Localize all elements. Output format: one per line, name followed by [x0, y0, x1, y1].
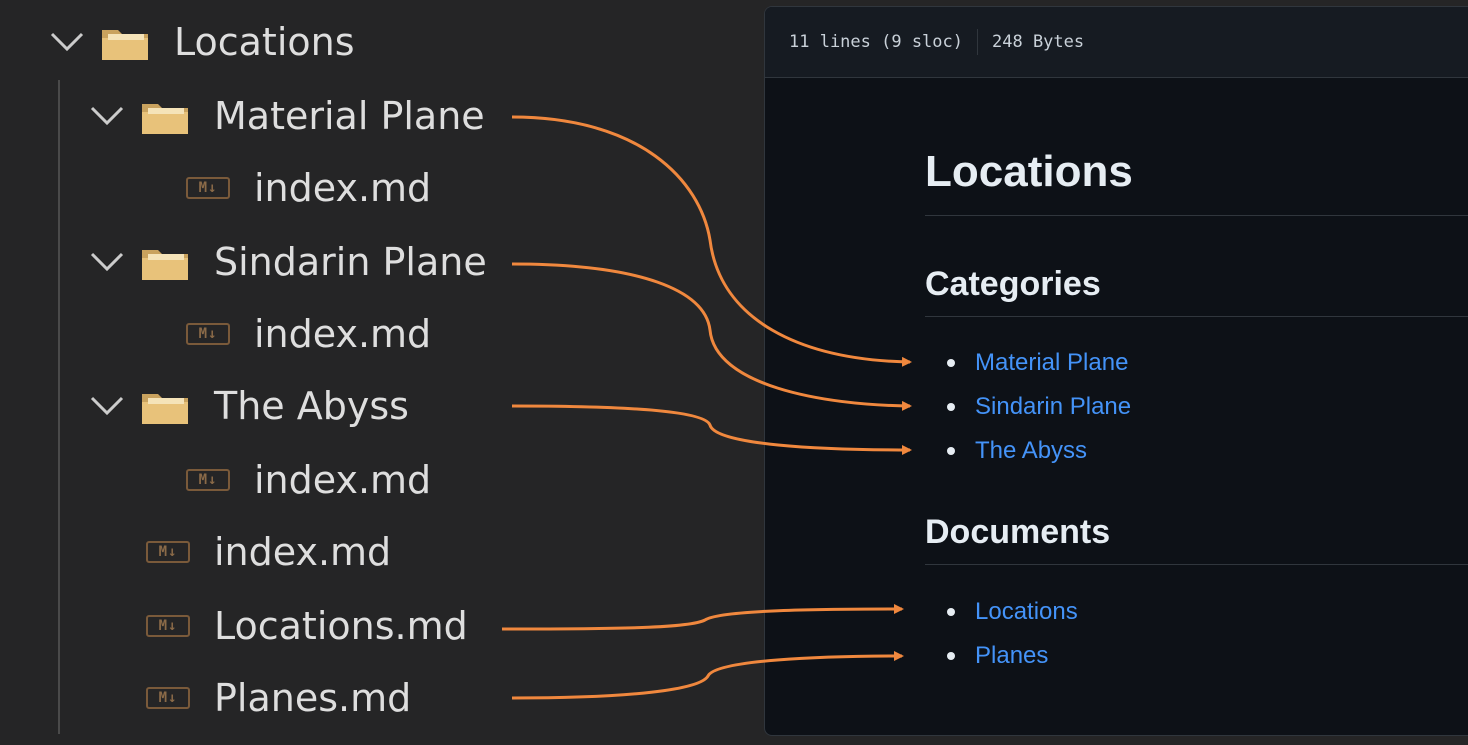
markdown-icon: M↓	[186, 323, 230, 345]
list-item: Planes	[925, 634, 1078, 678]
tree-folder-sindarin-plane[interactable]: Sindarin Plane	[88, 232, 487, 292]
bullet	[947, 652, 955, 660]
tree-folder-the-abyss[interactable]: The Abyss	[88, 376, 409, 436]
tree-folder-material-plane[interactable]: Material Plane	[88, 86, 485, 146]
file-size: 248 Bytes	[992, 32, 1085, 52]
markdown-icon: M↓	[146, 541, 190, 563]
heading-documents: Documents	[925, 513, 1468, 565]
file-info-header: 11 lines (9 sloc) 248 Bytes	[765, 7, 1468, 78]
tree-label: index.md	[254, 166, 432, 210]
folder-open-icon	[142, 394, 188, 424]
categories-list: Material Plane Sindarin Plane The Abyss	[925, 341, 1131, 473]
tree-file-planes[interactable]: M↓ Planes.md	[146, 668, 411, 728]
list-item: Material Plane	[925, 341, 1131, 385]
chevron-down-icon[interactable]	[88, 97, 126, 135]
tree-file-index[interactable]: M↓ index.md	[146, 522, 391, 582]
list-item: Locations	[925, 590, 1078, 634]
bullet	[947, 447, 955, 455]
tree-label: Locations.md	[214, 604, 468, 648]
list-item: The Abyss	[925, 429, 1131, 473]
bullet	[947, 403, 955, 411]
tree-file-abyss-index[interactable]: M↓ index.md	[186, 450, 431, 510]
chevron-down-icon[interactable]	[88, 243, 126, 281]
tree-file-material-index[interactable]: M↓ index.md	[186, 158, 431, 218]
markdown-icon: M↓	[146, 687, 190, 709]
folder-open-icon	[142, 104, 188, 134]
documents-list: Locations Planes	[925, 590, 1078, 678]
tree-folder-locations[interactable]: Locations	[48, 12, 355, 72]
tree-label: The Abyss	[214, 384, 409, 428]
line-count: 11 lines (9 sloc)	[789, 32, 963, 52]
markdown-icon: M↓	[146, 615, 190, 637]
link-material-plane[interactable]: Material Plane	[975, 349, 1128, 377]
tree-label: Material Plane	[214, 94, 485, 138]
tree-label: index.md	[214, 530, 392, 574]
header-divider	[977, 29, 978, 55]
folder-open-icon	[142, 250, 188, 280]
link-the-abyss[interactable]: The Abyss	[975, 437, 1087, 465]
tree-label: index.md	[254, 458, 432, 502]
link-sindarin-plane[interactable]: Sindarin Plane	[975, 393, 1131, 421]
chevron-down-icon[interactable]	[48, 23, 86, 61]
bullet	[947, 359, 955, 367]
tree-label: Sindarin Plane	[214, 240, 487, 284]
tree-file-locations[interactable]: M↓ Locations.md	[146, 596, 468, 656]
list-item: Sindarin Plane	[925, 385, 1131, 429]
tree-label: Planes.md	[214, 676, 412, 720]
tree-file-sindarin-index[interactable]: M↓ index.md	[186, 304, 431, 364]
folder-open-icon	[102, 30, 148, 60]
link-planes[interactable]: Planes	[975, 642, 1048, 670]
link-locations[interactable]: Locations	[975, 598, 1078, 626]
chevron-down-icon[interactable]	[88, 387, 126, 425]
tree-label: index.md	[254, 312, 432, 356]
tree-indent-guide	[58, 80, 60, 734]
bullet	[947, 608, 955, 616]
file-explorer: Locations Material Plane M↓ index.md Sin…	[0, 0, 750, 745]
heading-categories: Categories	[925, 265, 1468, 317]
page-title: Locations	[925, 147, 1468, 216]
markdown-preview-panel: 11 lines (9 sloc) 248 Bytes Locations Ca…	[764, 6, 1468, 736]
markdown-icon: M↓	[186, 177, 230, 199]
markdown-icon: M↓	[186, 469, 230, 491]
tree-label: Locations	[174, 20, 355, 64]
